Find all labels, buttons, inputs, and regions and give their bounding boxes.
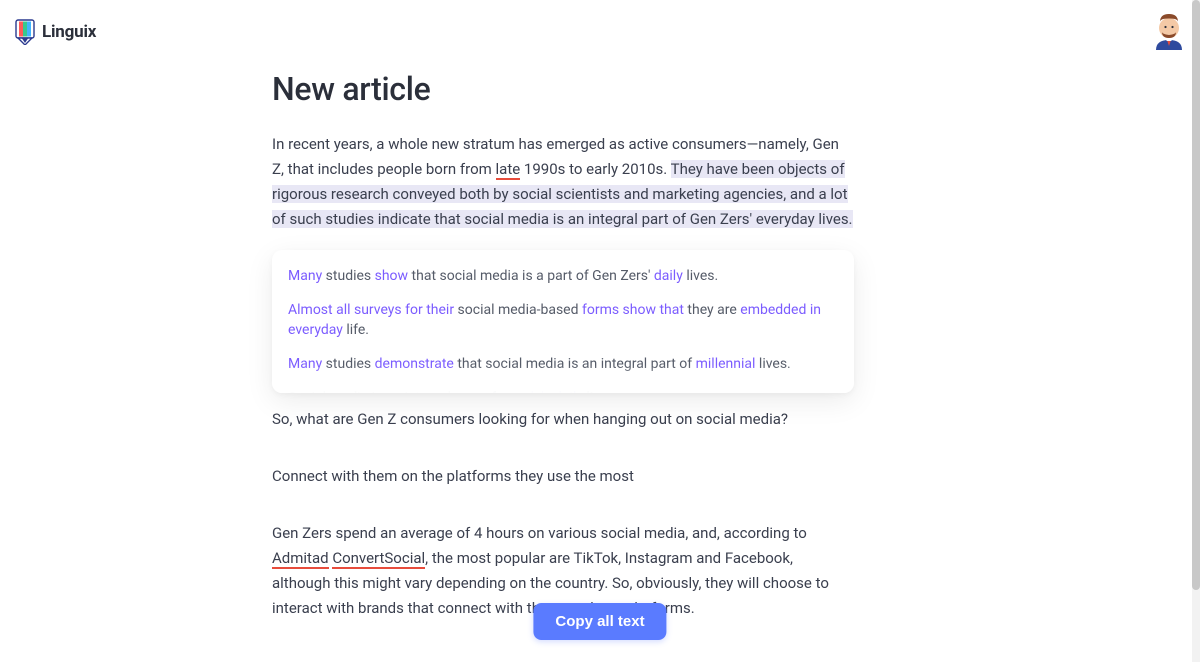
header: Linguix [14,12,1186,52]
paragraph-1[interactable]: In recent years, a whole new stratum has… [272,132,854,232]
suggestion-text: that social media is an integral part of [454,356,696,372]
linguix-icon [14,19,36,45]
copy-all-text-button[interactable]: Copy all text [533,603,666,640]
rewrite-suggestions-panel: Many studies show that social media is a… [272,250,854,393]
suggestion-text: lives. [583,390,618,393]
avatar[interactable] [1152,12,1186,52]
brand-name: Linguix [42,22,96,42]
suggestion-text: studies [322,268,374,284]
suggestion-text: social media-based [454,302,582,318]
suggestion-text: Social media is an integral part of [288,390,499,393]
rewrite-suggestion[interactable]: Social media is an integral part of peop… [288,388,838,393]
rewrite-suggestion[interactable]: Almost all surveys for their social medi… [288,300,838,340]
grammar-error[interactable]: ConvertSocial [332,549,425,569]
editor-content[interactable]: New article In recent years, a whole new… [272,70,854,639]
grammar-error[interactable]: Admitad [272,549,329,569]
paragraph-3[interactable]: Connect with them on the platforms they … [272,464,854,489]
text: 1990s to early 2010s. [520,160,670,178]
suggestion-text: life. [343,322,369,338]
suggestion-text: they are [684,302,740,318]
suggestion-highlight: Almost all surveys for their [288,302,454,318]
suggestion-highlight: people's daily [499,390,582,393]
rewrite-suggestion[interactable]: Many studies show that social media is a… [288,266,838,286]
suggestion-highlight: Many [288,356,322,372]
suggestion-highlight: demonstrate [375,356,454,372]
rewrite-suggestion[interactable]: Many studies demonstrate that social med… [288,354,838,374]
suggestion-highlight: forms show that [582,302,684,318]
text: Gen Zers spend an average of 4 hours on … [272,524,807,542]
paragraph-2[interactable]: So, what are Gen Z consumers looking for… [272,407,854,432]
brand-logo[interactable]: Linguix [14,19,96,45]
suggestion-text: lives. [683,268,718,284]
suggestion-text: lives. [755,356,790,372]
suggestion-text: studies [322,356,374,372]
scrollbar[interactable] [1192,0,1200,662]
suggestion-highlight: millennial [696,356,756,372]
suggestion-highlight: Many [288,268,322,284]
article-title[interactable]: New article [272,70,854,108]
suggestion-highlight: daily [654,268,683,284]
grammar-error[interactable]: late [496,160,521,180]
suggestion-text: that social media is a part of Gen Zers' [408,268,654,284]
suggestion-highlight: show [375,268,408,284]
